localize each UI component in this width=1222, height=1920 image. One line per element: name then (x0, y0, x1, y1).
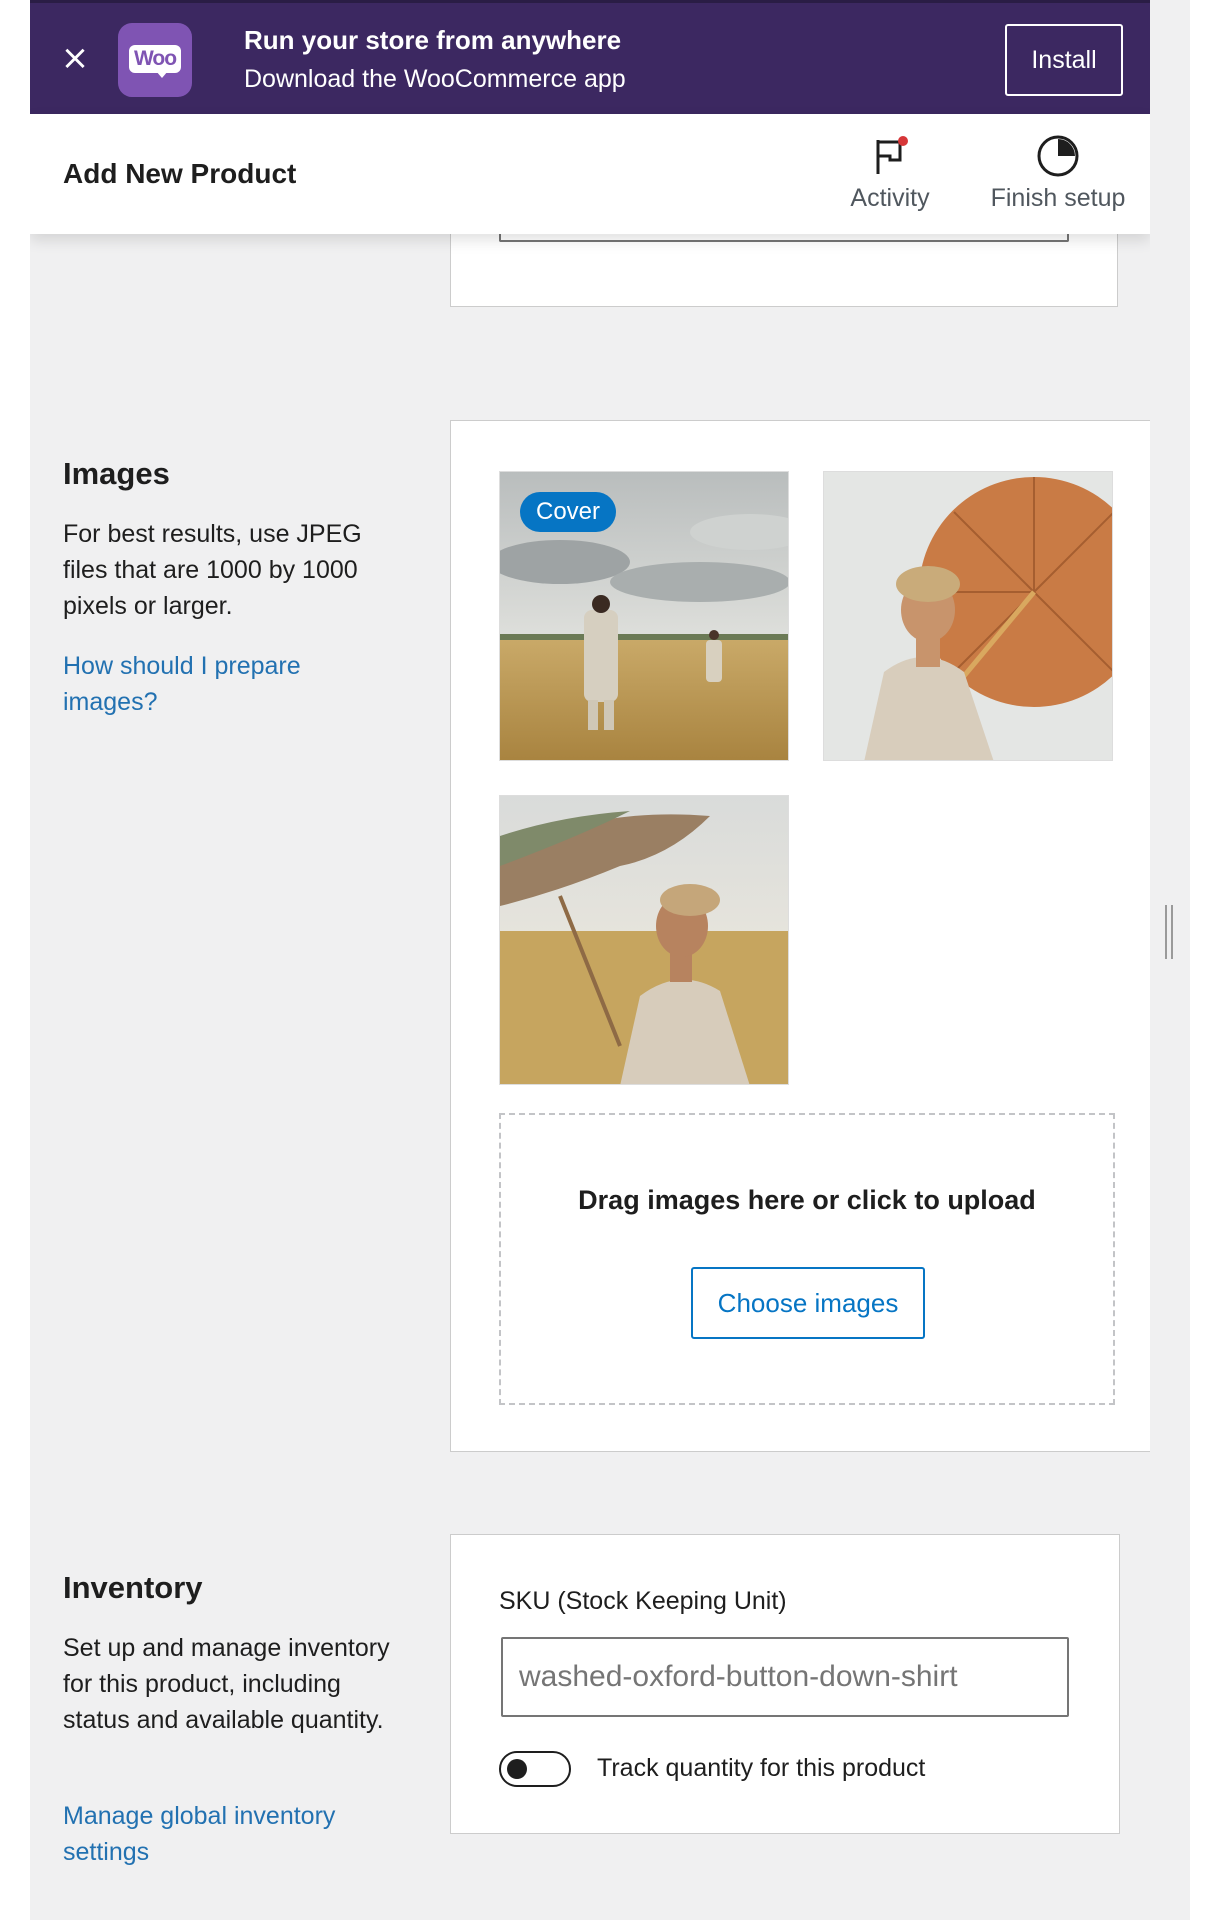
product-image-2[interactable] (823, 471, 1113, 761)
cover-badge: Cover (520, 492, 617, 532)
banner-subtitle: Download the WooCommerce app (244, 65, 626, 93)
flag-icon (868, 134, 912, 178)
dropzone-text: Drag images here or click to upload (578, 1185, 1036, 1215)
inventory-card: SKU (Stock Keeping Unit) washed-oxford-b… (450, 1534, 1120, 1834)
banner-title: Run your store from anywhere (244, 25, 622, 55)
sku-input[interactable]: washed-oxford-button-down-shirt (501, 1637, 1069, 1717)
sidebar-gutter (1150, 0, 1190, 1920)
choose-images-button[interactable]: Choose images (691, 1267, 925, 1339)
toggle-knob (507, 1759, 527, 1779)
app-download-banner: × Woo Run your store from anywhere Downl… (30, 0, 1150, 114)
inventory-section-title: Inventory (63, 1570, 203, 1605)
activity-button[interactable]: Activity (830, 134, 950, 224)
sku-label: SKU (Stock Keeping Unit) (499, 1587, 787, 1615)
activity-label: Activity (850, 184, 930, 212)
woo-logo-text: Woo (129, 45, 181, 73)
product-image-3[interactable] (499, 795, 789, 1085)
page-header: Add New Product Activity Finish setup (30, 114, 1150, 234)
finish-setup-button[interactable]: Finish setup (978, 134, 1138, 224)
resize-handle[interactable] (1165, 905, 1173, 959)
finish-setup-label: Finish setup (990, 184, 1126, 212)
progress-circle-icon (1036, 134, 1080, 178)
product-editor-page: × Woo Run your store from anywhere Downl… (30, 0, 1150, 1920)
inventory-section-description: Set up and manage inventory for this pro… (63, 1634, 390, 1734)
track-quantity-label: Track quantity for this product (597, 1754, 926, 1782)
image-dropzone[interactable]: Drag images here or click to upload Choo… (499, 1113, 1115, 1405)
images-section-description: For best results, use JPEG files that ar… (63, 520, 362, 620)
notification-dot (898, 136, 908, 146)
prepare-images-link[interactable]: How should I prepare images? (63, 648, 393, 720)
install-button[interactable]: Install (1005, 24, 1123, 96)
woocommerce-logo: Woo (118, 23, 192, 97)
manage-inventory-settings-link[interactable]: Manage global inventory settings (63, 1798, 393, 1870)
page-title: Add New Product (63, 158, 297, 189)
close-icon[interactable]: × (58, 41, 92, 75)
track-quantity-toggle[interactable] (499, 1751, 571, 1787)
images-section-title: Images (63, 456, 170, 491)
images-card: Cover Drag images here or click to uploa… (450, 420, 1150, 1452)
product-image-cover[interactable]: Cover (499, 471, 789, 761)
